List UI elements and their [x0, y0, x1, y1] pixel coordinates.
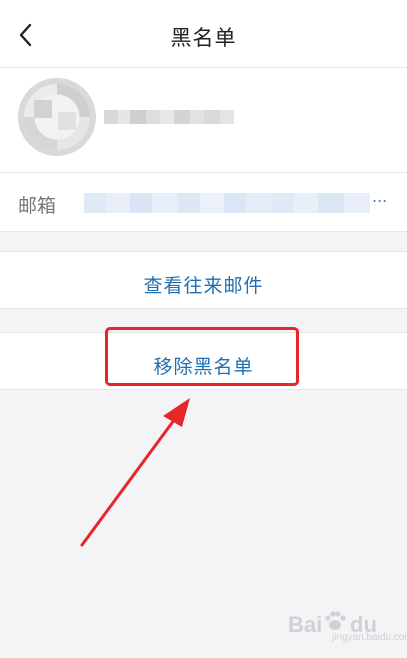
- view-mail-button[interactable]: 查看往来邮件: [0, 251, 407, 309]
- email-value-blurred: [84, 187, 370, 219]
- watermark: Bai du jingyan.baidu.com: [288, 611, 407, 648]
- section-gap: [0, 231, 407, 251]
- contact-profile: [0, 68, 407, 172]
- email-ellipsis: ...: [372, 187, 388, 206]
- view-mail-label: 查看往来邮件: [143, 275, 264, 297]
- page-title: 黑名单: [170, 26, 237, 50]
- email-row: 邮箱 ...: [0, 173, 407, 231]
- navigation-bar: 黑名单: [0, 0, 407, 68]
- avatar: [18, 78, 96, 156]
- watermark-brand: Bai: [288, 612, 323, 637]
- email-label: 邮箱: [18, 195, 57, 217]
- contact-name-blurred: [104, 108, 234, 126]
- watermark-sub: jingyan.baidu.com: [332, 632, 407, 643]
- highlight-box: [105, 327, 299, 386]
- paw-icon: [325, 611, 346, 630]
- blacklist-page: 黑名单 邮箱 ... 查看往来邮件 移除黑名单 Bai du jingyan.b…: [0, 0, 407, 658]
